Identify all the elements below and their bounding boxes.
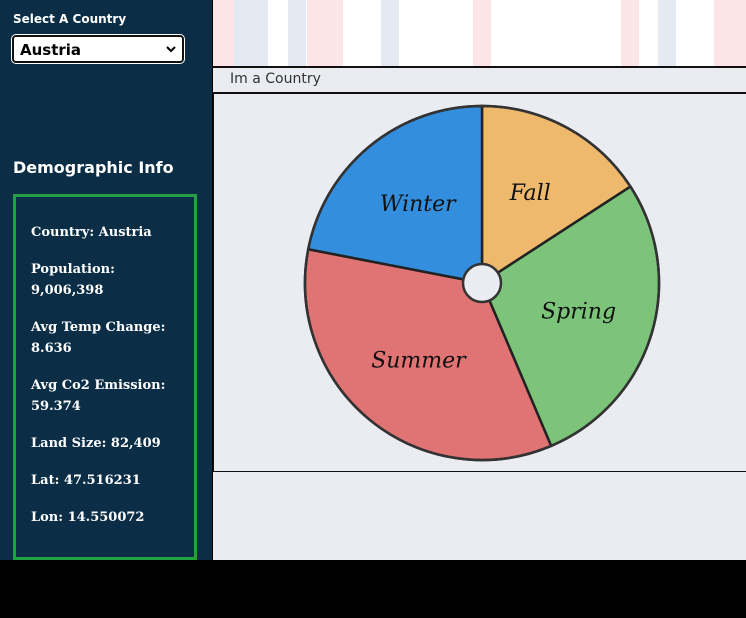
info-avg-co2-emission: Avg Co2 Emission: 59.374 [31, 378, 166, 414]
bottom-area [213, 473, 746, 560]
stripe-banner [213, 0, 746, 66]
banner-stripe [234, 0, 268, 66]
info-lon: Lon: 14.550072 [31, 510, 145, 525]
country-title: Im a Country [230, 71, 321, 87]
banner-stripe [473, 0, 491, 66]
pie-label-summer: Summer [371, 348, 467, 373]
chevron-down-icon [166, 46, 176, 53]
main-panel: Im a Country Fall Spring Summer Winter [213, 0, 746, 560]
banner-stripe [658, 0, 676, 66]
info-country: Country: Austria [31, 225, 152, 240]
pie-label-spring: Spring [541, 300, 616, 325]
info-lat: Lat: 47.516231 [31, 473, 141, 488]
info-avg-temp-change: Avg Temp Change: 8.636 [31, 320, 166, 356]
demographic-info-box: Country: Austria Population: 9,006,398 A… [13, 194, 197, 560]
banner-stripe [288, 0, 306, 66]
pie-label-winter: Winter [380, 192, 457, 217]
banner-border [213, 66, 746, 68]
demographic-info-heading: Demographic Info [13, 158, 174, 177]
pie-center-hole [461, 262, 503, 304]
pie-label-fall: Fall [509, 181, 551, 206]
info-land-size: Land Size: 82,409 [31, 436, 161, 451]
banner-stripe [213, 0, 234, 66]
banner-stripe [714, 0, 746, 66]
banner-stripe [381, 0, 399, 66]
pie-chart-svg: Fall Spring Summer Winter [303, 104, 661, 462]
sidebar: Select A Country Austria Demographic Inf… [0, 0, 212, 560]
app-window: Select A Country Austria Demographic Inf… [0, 0, 746, 560]
banner-stripe [307, 0, 343, 66]
banner-stripe [621, 0, 639, 66]
select-country-label: Select A Country [13, 12, 127, 26]
season-pie-chart: Fall Spring Summer Winter [213, 92, 746, 472]
info-population: Population: 9,006,398 [31, 262, 115, 298]
country-select[interactable]: Austria [12, 35, 184, 63]
country-select-value: Austria [20, 41, 82, 59]
